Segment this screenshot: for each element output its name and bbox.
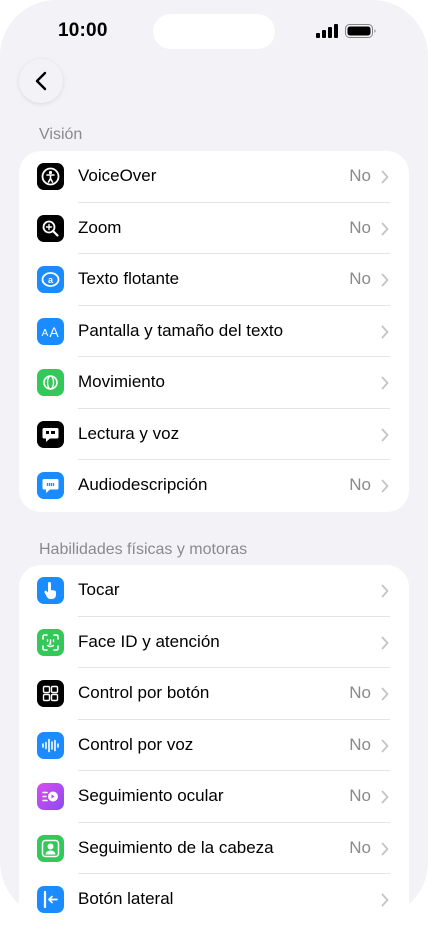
row-label: Lectura y voz: [78, 423, 180, 443]
row-label: Seguimiento de la cabeza: [78, 837, 274, 857]
row-value: No: [349, 475, 371, 494]
hover-text-icon: a: [37, 266, 64, 293]
physical-motor-group: Tocar Face ID y atención Control por bot…: [19, 565, 409, 918]
row-value: No: [349, 734, 371, 754]
row-audio-descriptions[interactable]: Audiodescripción No: [19, 460, 409, 512]
row-value: No: [349, 837, 371, 857]
device: 10:00 Visión VoiceOver No Zoom No a Text…: [0, 0, 428, 929]
row-head-tracking[interactable]: Seguimiento de la cabeza No: [19, 823, 409, 874]
dynamic-island: [153, 14, 275, 49]
row-display-text-size[interactable]: A A Pantalla y tamaño del texto: [19, 306, 409, 357]
row-value: No: [349, 217, 371, 237]
row-touch[interactable]: Tocar: [19, 565, 409, 617]
row-eye-tracking[interactable]: Seguimiento ocular No: [19, 771, 409, 823]
status-time: 10:00: [58, 20, 108, 41]
row-label: Zoom: [78, 217, 122, 237]
switch-control-icon: [37, 680, 64, 707]
chevron-right-icon: [381, 739, 389, 752]
row-switch-control[interactable]: Control por botón No: [19, 668, 409, 720]
face-id-icon: [37, 628, 64, 656]
row-face-id-attention[interactable]: Face ID y atención: [19, 617, 409, 668]
row-label: Botón lateral: [78, 889, 174, 908]
eye-tracking-icon: [37, 783, 64, 810]
row-label: Tocar: [78, 580, 120, 599]
row-label: Movimiento: [78, 372, 165, 391]
svg-text:A: A: [49, 324, 59, 340]
chevron-right-icon: [381, 222, 389, 235]
row-label: Face ID y atención: [78, 631, 220, 651]
chevron-right-icon: [381, 428, 389, 441]
spoken-content-icon: [37, 420, 64, 448]
row-label: VoiceOver: [78, 166, 157, 185]
row-voice-control[interactable]: Control por voz No: [19, 720, 409, 771]
row-value: No: [349, 683, 371, 702]
chevron-right-icon: [381, 170, 389, 184]
row-spoken-content[interactable]: Lectura y voz: [19, 409, 409, 460]
chevron-right-icon: [381, 376, 389, 390]
row-side-button[interactable]: Botón lateral: [19, 874, 409, 918]
touch-icon: [37, 577, 64, 604]
voiceover-icon: [37, 163, 64, 190]
section-header-physical-motor: Habilidades físicas y motoras: [39, 541, 248, 558]
text-size-icon: A A: [37, 317, 64, 345]
row-label: Control por botón: [78, 683, 210, 702]
vision-group: VoiceOver No Zoom No a Texto flotante No…: [19, 151, 409, 512]
row-voiceover[interactable]: VoiceOver No: [19, 151, 409, 203]
zoom-icon: [37, 214, 64, 242]
row-label: Pantalla y tamaño del texto: [78, 320, 284, 340]
chevron-right-icon: [381, 636, 389, 649]
row-value: No: [349, 269, 371, 288]
chevron-right-icon: [381, 584, 389, 598]
chevron-right-icon: [381, 893, 389, 907]
section-header-vision: Visión: [39, 126, 83, 143]
row-label: Control por voz: [78, 734, 194, 754]
side-button-icon: [37, 886, 64, 913]
row-hover-text[interactable]: a Texto flotante No: [19, 254, 409, 306]
audio-description-icon: [37, 472, 64, 499]
svg-text:A: A: [42, 328, 49, 339]
row-motion[interactable]: Movimiento: [19, 357, 409, 409]
signal-icon: [316, 24, 338, 38]
battery-icon: [345, 24, 376, 38]
chevron-right-icon: [381, 687, 389, 701]
svg-text:a: a: [48, 275, 54, 285]
chevron-right-icon: [381, 479, 389, 493]
row-label: Audiodescripción: [78, 475, 208, 494]
row-label: Texto flotante: [78, 269, 180, 288]
back-button[interactable]: [19, 59, 63, 103]
head-tracking-icon: [37, 834, 64, 862]
row-zoom[interactable]: Zoom No: [19, 203, 409, 254]
row-value: No: [349, 166, 371, 185]
row-value: No: [349, 786, 371, 805]
settings-screen: 10:00 Visión VoiceOver No Zoom No a Text…: [0, 0, 428, 918]
chevron-right-icon: [381, 325, 389, 338]
row-label: Seguimiento ocular: [78, 786, 224, 805]
voice-control-icon: [37, 731, 64, 759]
motion-icon: [37, 369, 64, 396]
chevron-right-icon: [381, 842, 389, 855]
chevron-right-icon: [381, 273, 389, 287]
chevron-left-icon: [35, 71, 47, 91]
chevron-right-icon: [381, 790, 389, 804]
